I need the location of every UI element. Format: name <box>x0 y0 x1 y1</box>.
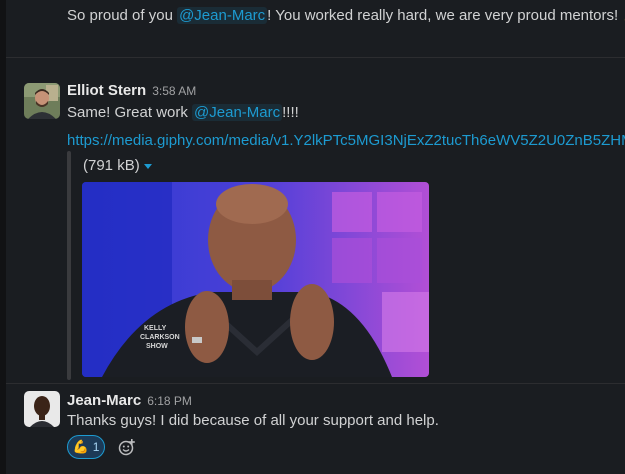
message-2-suffix: !!!! <box>282 104 299 121</box>
timestamp[interactable]: 6:18 PM <box>147 394 192 408</box>
message-1-suffix: ! You worked really hard, we are very pr… <box>267 7 619 24</box>
message-2-text: Same! Great work @Jean-Marc!!!! <box>67 102 299 124</box>
chevron-down-icon[interactable] <box>143 163 152 169</box>
author-name[interactable]: Elliot Stern <box>67 82 146 99</box>
reaction-pill[interactable]: 💪 1 <box>67 435 105 459</box>
mention-jean-marc[interactable]: @Jean-Marc <box>192 104 283 121</box>
flexed-biceps-emoji: 💪 <box>72 439 89 454</box>
attachment-bar <box>67 151 71 380</box>
message-pane: So proud of you @Jean-Marc! You worked r… <box>0 0 625 474</box>
attachment-size[interactable]: (791 kB) <box>83 157 152 174</box>
message-1-prefix: So proud of you <box>67 7 178 24</box>
avatar-elliot-stern[interactable] <box>24 83 60 119</box>
author-name[interactable]: Jean-Marc <box>67 392 141 409</box>
message-1-text: So proud of you @Jean-Marc! You worked r… <box>67 4 625 27</box>
divider <box>6 57 625 58</box>
gif-overlay-line-2: CLARKSON <box>140 334 180 341</box>
window-edge <box>0 0 6 474</box>
avatar-jean-marc[interactable] <box>24 391 60 427</box>
message-3-text: Thanks guys! I did because of all your s… <box>67 412 439 429</box>
gif-overlay-line-3: SHOW <box>146 343 168 350</box>
reaction-count: 1 <box>92 440 100 454</box>
mention-jean-marc[interactable]: @Jean-Marc <box>177 7 268 24</box>
add-reaction-icon[interactable] <box>115 435 139 459</box>
gif-preview[interactable]: KELLY CLARKSON SHOW <box>82 182 429 377</box>
giphy-link[interactable]: https://media.giphy.com/media/v1.Y2lkPTc… <box>67 132 625 149</box>
divider <box>6 383 625 384</box>
gif-overlay-line-1: KELLY <box>144 325 167 332</box>
timestamp[interactable]: 3:58 AM <box>152 84 196 98</box>
message-3-header: Jean-Marc 6:18 PM <box>67 392 192 410</box>
message-2-header: Elliot Stern 3:58 AM <box>67 82 196 100</box>
message-2-prefix: Same! Great work <box>67 104 193 121</box>
attachment-size-text: (791 kB) <box>83 157 140 174</box>
